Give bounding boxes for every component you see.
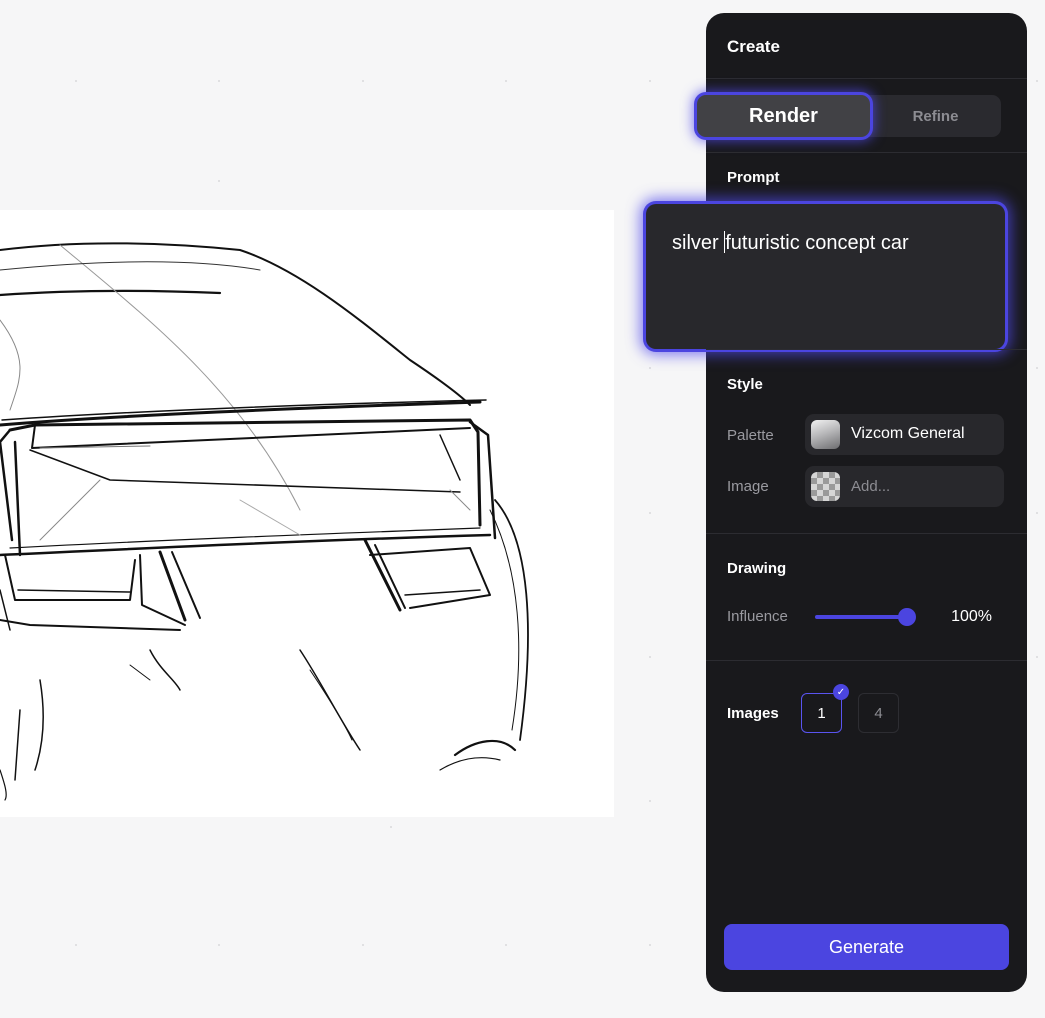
divider: [706, 349, 1027, 350]
image-count-option-4[interactable]: 4: [858, 693, 899, 733]
influence-value: 100%: [951, 608, 992, 625]
image-label: Image: [727, 478, 769, 495]
images-label: Images: [727, 705, 779, 722]
influence-slider-thumb[interactable]: [898, 608, 916, 626]
check-icon: ✓: [833, 684, 849, 700]
divider: [706, 533, 1027, 534]
palette-label: Palette: [727, 427, 774, 444]
transparent-checker-icon: [811, 472, 840, 501]
render-tab[interactable]: Render: [697, 95, 870, 137]
influence-slider[interactable]: [815, 608, 916, 626]
image-count-label: 1: [817, 704, 826, 722]
divider: [706, 152, 1027, 153]
generate-button[interactable]: Generate: [724, 924, 1009, 970]
prompt-input[interactable]: silver futuristic concept car: [646, 204, 1005, 349]
prompt-label: Prompt: [727, 169, 780, 186]
image-add-field[interactable]: Add...: [805, 466, 1004, 507]
palette-value: Vizcom General: [851, 425, 965, 442]
refine-tab[interactable]: Refine: [870, 95, 1001, 137]
palette-select[interactable]: Vizcom General: [805, 414, 1004, 455]
style-label: Style: [727, 376, 763, 393]
mode-toggle: Render Refine: [697, 95, 1001, 137]
image-count-option-1[interactable]: 1 ✓: [801, 684, 849, 733]
divider: [706, 78, 1027, 79]
car-sketch-drawing: [0, 242, 529, 801]
drawing-label: Drawing: [727, 560, 787, 577]
sketch-canvas[interactable]: [0, 210, 614, 817]
influence-label: Influence: [727, 608, 788, 625]
create-panel: Create Render Refine Prompt silver futur…: [646, 13, 1027, 992]
prompt-text-before-caret: silver: [672, 232, 725, 254]
divider: [706, 660, 1027, 661]
panel-title: Create: [727, 37, 780, 56]
prompt-text-after-caret: futuristic concept car: [725, 232, 909, 254]
image-placeholder: Add...: [851, 478, 891, 495]
image-count-label: 4: [874, 704, 883, 722]
palette-thumbnail-icon: [811, 420, 840, 449]
